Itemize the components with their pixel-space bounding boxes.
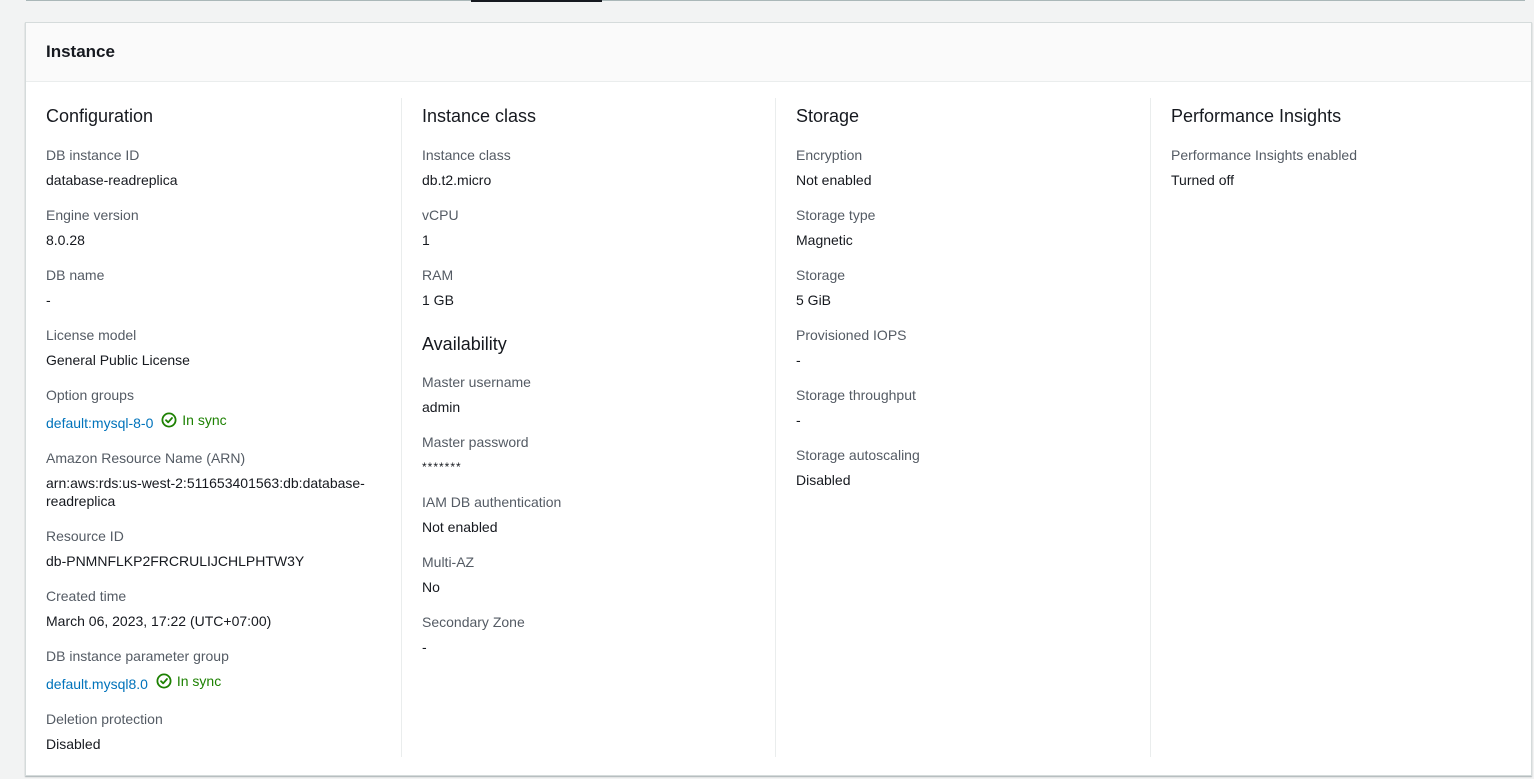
- field-label: Performance Insights enabled: [1171, 147, 1357, 163]
- db-name-field: DB name -: [46, 266, 402, 309]
- field-label: DB instance parameter group: [46, 648, 229, 664]
- availability-heading: Availability: [422, 334, 507, 354]
- field-value: March 06, 2023, 17:22 (UTC+07:00): [46, 613, 272, 629]
- instance-class-column: Instance class Instance class db.t2.micr…: [401, 98, 776, 757]
- field-label: Resource ID: [46, 528, 124, 544]
- tab-strip-divider: [26, 0, 1525, 1]
- db-instance-id-field: DB instance ID database-readreplica: [46, 146, 402, 189]
- field-label: Instance class: [422, 147, 511, 163]
- field-value: db.t2.micro: [422, 172, 492, 188]
- instance-panel: Instance Configuration DB instance ID da…: [25, 22, 1532, 776]
- field-value: 5 GiB: [796, 292, 832, 308]
- check-circle-icon: [156, 673, 172, 689]
- tab-strip: [0, 0, 1534, 2]
- storage-autoscaling-field: Storage autoscaling Disabled: [796, 446, 1150, 489]
- storage-heading: Storage: [796, 106, 860, 126]
- field-value: 1: [422, 232, 430, 248]
- field-value: Not enabled: [422, 519, 498, 535]
- field-label: DB instance ID: [46, 147, 140, 163]
- sync-status: In sync: [156, 672, 221, 690]
- field-label: Provisioned IOPS: [796, 327, 907, 343]
- panel-title: Instance: [46, 42, 115, 61]
- performance-insights-enabled-field: Performance Insights enabled Turned off: [1171, 146, 1532, 189]
- performance-insights-heading: Performance Insights: [1171, 106, 1342, 126]
- field-label: Option groups: [46, 387, 134, 403]
- field-value: *******: [422, 460, 462, 474]
- field-label: Storage: [796, 267, 846, 283]
- storage-size-field: Storage 5 GiB: [796, 266, 1150, 309]
- field-label: Master password: [422, 434, 529, 450]
- field-label: IAM DB authentication: [422, 494, 562, 510]
- performance-insights-column: Performance Insights Performance Insight…: [1150, 98, 1532, 757]
- provisioned-iops-field: Provisioned IOPS -: [796, 326, 1150, 369]
- storage-throughput-field: Storage throughput -: [796, 386, 1150, 429]
- field-label: Secondary Zone: [422, 614, 525, 630]
- panel-header: Instance: [26, 23, 1531, 82]
- field-value: 8.0.28: [46, 232, 85, 248]
- iam-auth-field: IAM DB authentication Not enabled: [422, 493, 776, 536]
- option-group-link[interactable]: default:mysql-8-0: [46, 415, 153, 431]
- field-label: DB name: [46, 267, 105, 283]
- sync-status: In sync: [161, 411, 227, 429]
- instance-class-field: Instance class db.t2.micro: [422, 146, 776, 189]
- field-label: Storage autoscaling: [796, 447, 920, 463]
- sync-status-text: In sync: [176, 673, 222, 689]
- option-groups-field: Option groups default:mysql-8-0 In sync: [46, 386, 402, 432]
- field-label: Amazon Resource Name (ARN): [46, 450, 246, 466]
- field-label: License model: [46, 327, 137, 343]
- field-label: Multi-AZ: [422, 554, 475, 570]
- field-value: Magnetic: [796, 232, 853, 248]
- created-time-field: Created time March 06, 2023, 17:22 (UTC+…: [46, 587, 402, 630]
- engine-version-field: Engine version 8.0.28: [46, 206, 402, 249]
- field-label: Deletion protection: [46, 711, 163, 727]
- field-value: database-readreplica: [46, 172, 178, 188]
- master-username-field: Master username admin: [422, 373, 776, 416]
- encryption-field: Encryption Not enabled: [796, 146, 1150, 189]
- active-tab-indicator: [471, 0, 602, 2]
- panel-columns: Configuration DB instance ID database-re…: [26, 82, 1531, 775]
- instance-class-heading: Instance class: [422, 106, 537, 126]
- check-circle-icon: [161, 412, 177, 428]
- field-value: Turned off: [1171, 172, 1235, 188]
- field-label: Engine version: [46, 207, 139, 223]
- sync-status-text: In sync: [182, 412, 227, 428]
- field-value: -: [796, 352, 801, 368]
- license-model-field: License model General Public License: [46, 326, 402, 369]
- field-value: -: [46, 292, 51, 308]
- master-password-field: Master password *******: [422, 433, 776, 476]
- ram-field: RAM 1 GB: [422, 266, 776, 309]
- field-value: db-PNMNFLKP2FRCRULIJCHLPHTW3Y: [46, 553, 305, 569]
- field-label: Storage throughput: [796, 387, 916, 403]
- configuration-column: Configuration DB instance ID database-re…: [26, 98, 402, 757]
- resource-id-field: Resource ID db-PNMNFLKP2FRCRULIJCHLPHTW3…: [46, 527, 402, 570]
- field-label: Created time: [46, 588, 127, 604]
- field-value: admin: [422, 399, 461, 415]
- field-value: Disabled: [46, 736, 101, 752]
- arn-field: Amazon Resource Name (ARN) arn:aws:rds:u…: [46, 449, 402, 510]
- field-label: Storage type: [796, 207, 876, 223]
- field-value: -: [796, 412, 801, 428]
- field-value: arn:aws:rds:us-west-2:511653401563:db:da…: [46, 475, 365, 509]
- field-value: Disabled: [796, 472, 851, 488]
- parameter-group-link[interactable]: default.mysql8.0: [46, 676, 148, 692]
- field-value: General Public License: [46, 352, 190, 368]
- field-label: Master username: [422, 374, 531, 390]
- field-label: vCPU: [422, 207, 459, 223]
- field-value: No: [422, 579, 440, 595]
- storage-type-field: Storage type Magnetic: [796, 206, 1150, 249]
- field-value: default.mysql8.0 In sync: [46, 672, 376, 693]
- storage-column: Storage Encryption Not enabled Storage t…: [775, 98, 1150, 757]
- field-value: default:mysql-8-0 In sync: [46, 411, 376, 432]
- secondary-zone-field: Secondary Zone -: [422, 613, 776, 656]
- parameter-group-field: DB instance parameter group default.mysq…: [46, 647, 402, 693]
- field-label: RAM: [422, 267, 454, 283]
- configuration-heading: Configuration: [46, 106, 154, 126]
- field-value: 1 GB: [422, 292, 454, 308]
- deletion-protection-field: Deletion protection Disabled: [46, 710, 402, 753]
- field-value: Not enabled: [796, 172, 872, 188]
- multi-az-field: Multi-AZ No: [422, 553, 776, 596]
- field-label: Encryption: [796, 147, 863, 163]
- vcpu-field: vCPU 1: [422, 206, 776, 249]
- field-value: -: [422, 639, 427, 655]
